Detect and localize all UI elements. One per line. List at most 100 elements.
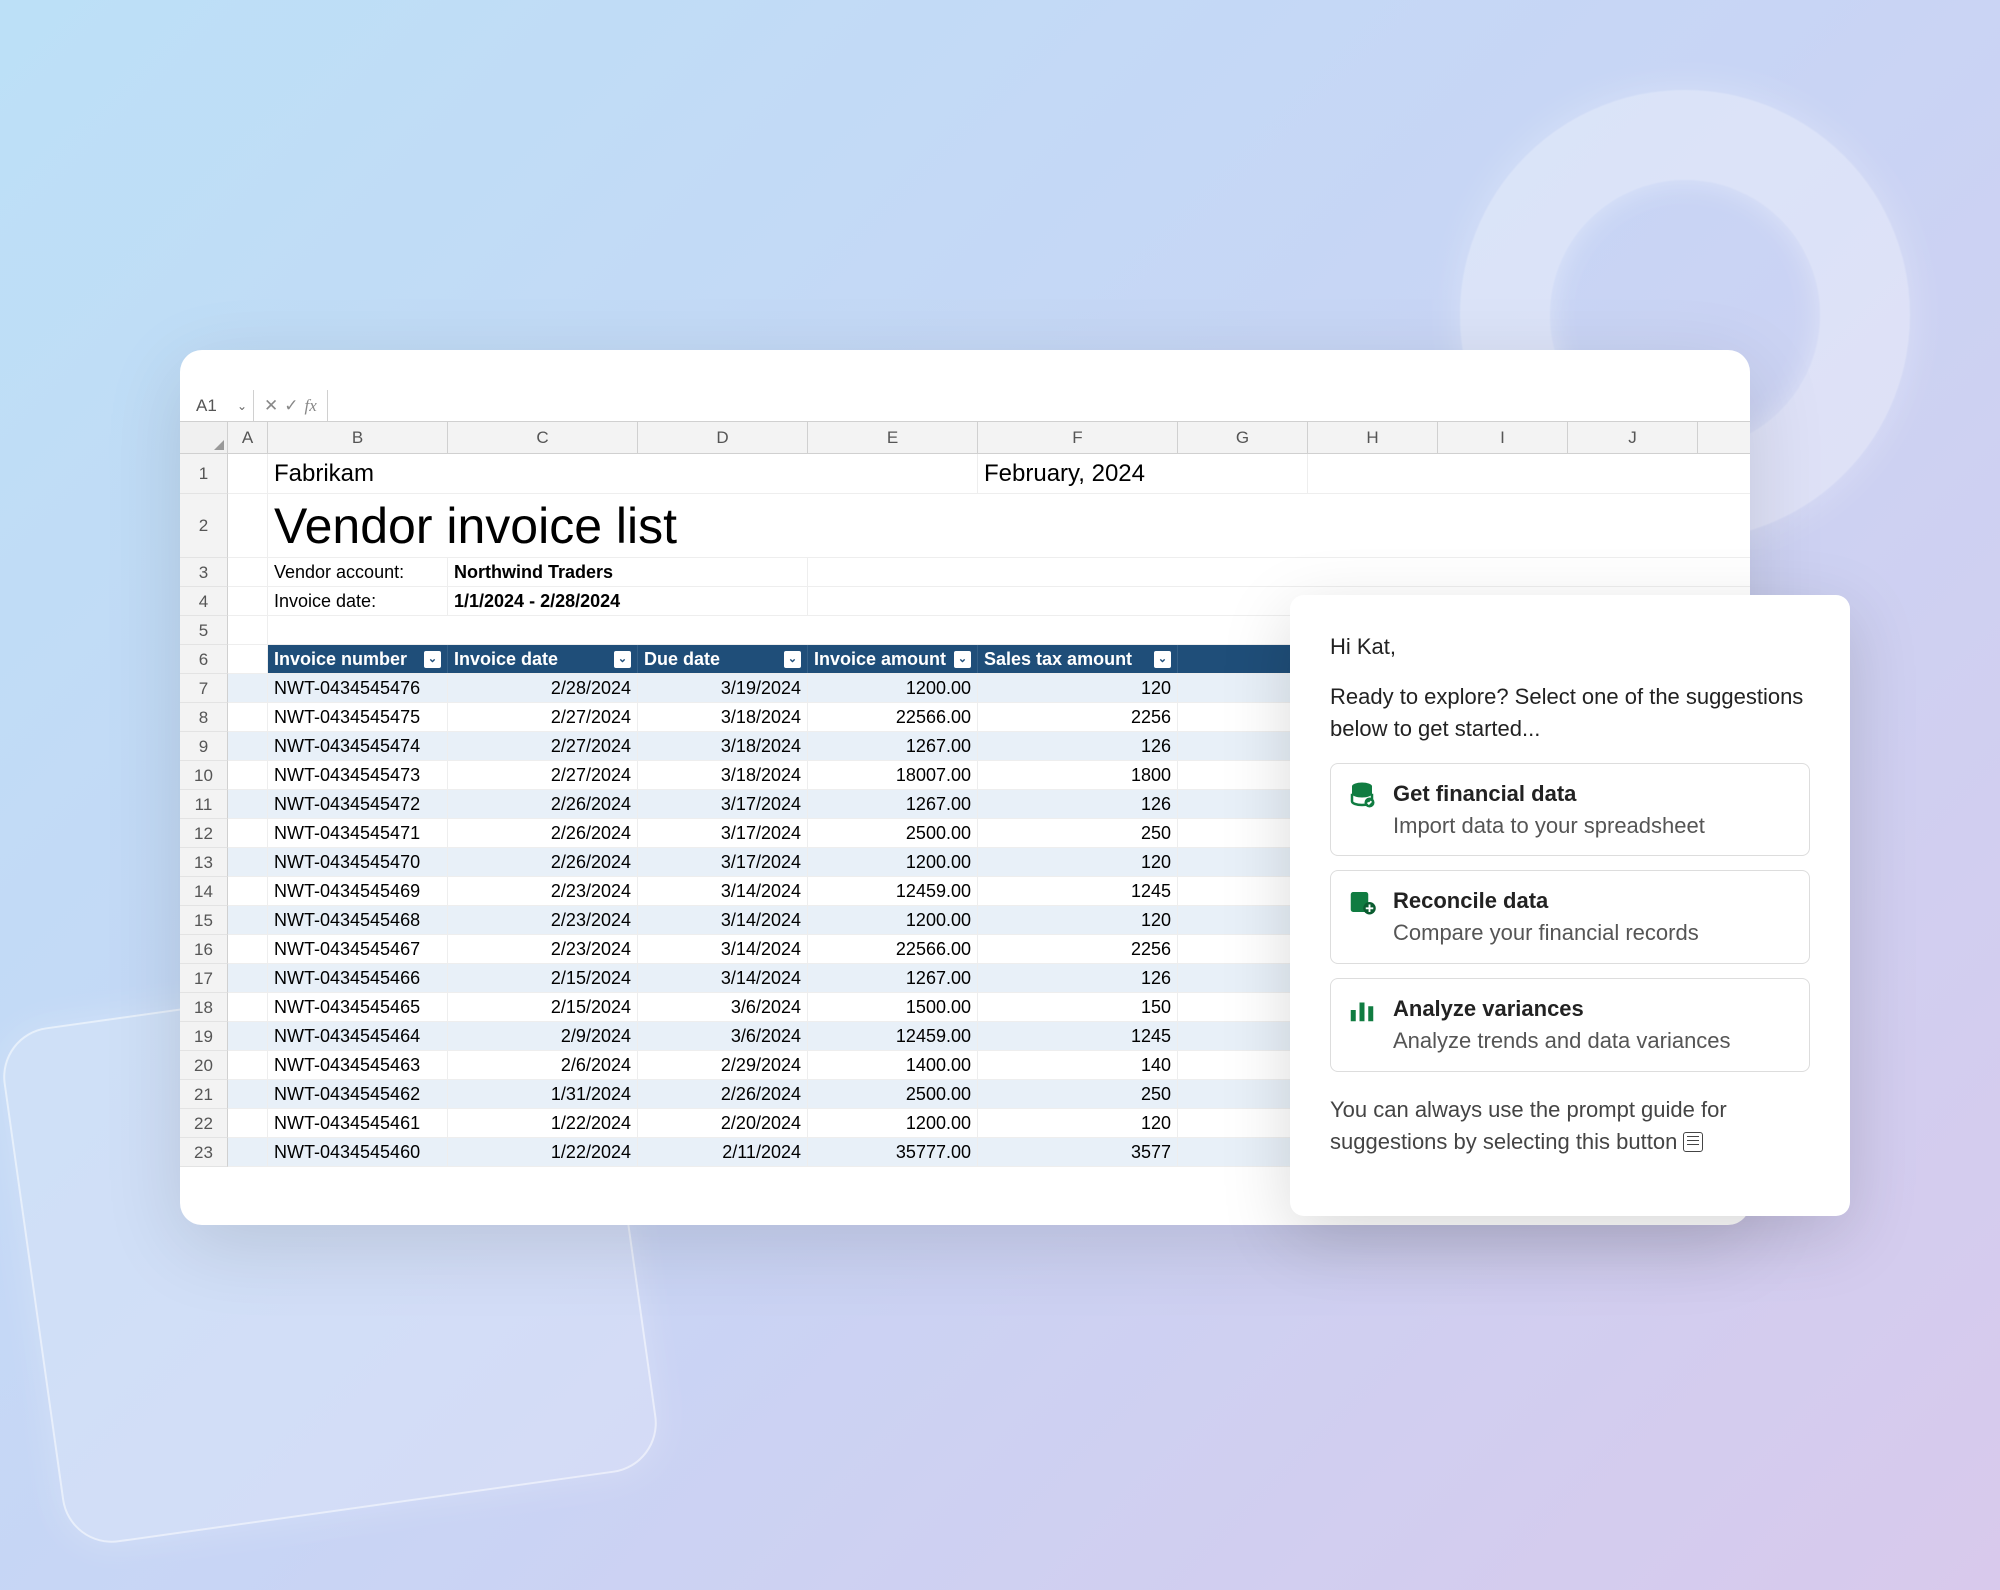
meta-label[interactable]: Invoice date:	[268, 587, 448, 615]
cell[interactable]: 1200.00	[808, 906, 978, 934]
cell[interactable]: 3/17/2024	[638, 790, 808, 818]
row-header-22[interactable]: 22	[180, 1109, 228, 1138]
cell[interactable]: 2/15/2024	[448, 993, 638, 1021]
row-header-21[interactable]: 21	[180, 1080, 228, 1109]
cell[interactable]: 120	[978, 1109, 1178, 1137]
cell[interactable]: 2/23/2024	[448, 935, 638, 963]
column-header-C[interactable]: C	[448, 422, 638, 453]
prompt-guide-icon[interactable]	[1683, 1132, 1703, 1152]
cell[interactable]: 1200.00	[808, 848, 978, 876]
cell[interactable]: NWT-0434545471	[268, 819, 448, 847]
cell[interactable]: 2256	[978, 703, 1178, 731]
cell[interactable]: 126	[978, 732, 1178, 760]
column-header-A[interactable]: A	[228, 422, 268, 453]
cell[interactable]: 3/14/2024	[638, 877, 808, 905]
column-header-D[interactable]: D	[638, 422, 808, 453]
column-header-G[interactable]: G	[1178, 422, 1308, 453]
cell[interactable]: 1267.00	[808, 790, 978, 818]
cell[interactable]: 2/23/2024	[448, 877, 638, 905]
cell[interactable]: NWT-0434545463	[268, 1051, 448, 1079]
cell[interactable]: NWT-0434545465	[268, 993, 448, 1021]
cell[interactable]: 3/14/2024	[638, 906, 808, 934]
cell[interactable]: 140	[978, 1051, 1178, 1079]
column-filter-invoice-number[interactable]: Invoice number⌄	[268, 645, 448, 673]
filter-dropdown-icon[interactable]: ⌄	[954, 651, 971, 668]
column-filter-invoice-date[interactable]: Invoice date⌄	[448, 645, 638, 673]
row-header-19[interactable]: 19	[180, 1022, 228, 1051]
row-header-20[interactable]: 20	[180, 1051, 228, 1080]
cell[interactable]: NWT-0434545462	[268, 1080, 448, 1108]
column-header-E[interactable]: E	[808, 422, 978, 453]
cell[interactable]: 22566.00	[808, 935, 978, 963]
row-header-11[interactable]: 11	[180, 790, 228, 819]
cell[interactable]: 1/22/2024	[448, 1138, 638, 1166]
row-header-6[interactable]: 6	[180, 645, 228, 674]
cell[interactable]: 2/9/2024	[448, 1022, 638, 1050]
cell[interactable]: NWT-0434545475	[268, 703, 448, 731]
meta-value[interactable]: 1/1/2024 - 2/28/2024	[448, 587, 808, 615]
cell[interactable]: NWT-0434545474	[268, 732, 448, 760]
cell[interactable]: 12459.00	[808, 1022, 978, 1050]
cell[interactable]: 1245	[978, 877, 1178, 905]
confirm-icon[interactable]: ✓	[284, 396, 298, 416]
column-header-H[interactable]: H	[1308, 422, 1438, 453]
row-header-14[interactable]: 14	[180, 877, 228, 906]
cell[interactable]: NWT-0434545470	[268, 848, 448, 876]
page-title[interactable]: Vendor invoice list	[268, 494, 1148, 557]
cell[interactable]: 1267.00	[808, 964, 978, 992]
formula-input[interactable]	[328, 390, 1740, 421]
name-box[interactable]: A1 ⌄	[190, 390, 254, 421]
row-header-9[interactable]: 9	[180, 732, 228, 761]
suggestion-get-financial-data[interactable]: Get financial dataImport data to your sp…	[1330, 763, 1810, 857]
cell[interactable]: 2/27/2024	[448, 761, 638, 789]
cell[interactable]: 1400.00	[808, 1051, 978, 1079]
cell[interactable]: 3/18/2024	[638, 761, 808, 789]
cell[interactable]: 250	[978, 1080, 1178, 1108]
cell[interactable]: NWT-0434545467	[268, 935, 448, 963]
cell[interactable]: 3/17/2024	[638, 819, 808, 847]
filter-dropdown-icon[interactable]: ⌄	[614, 651, 631, 668]
cell[interactable]: 2/23/2024	[448, 906, 638, 934]
row-header-8[interactable]: 8	[180, 703, 228, 732]
cell[interactable]: 126	[978, 964, 1178, 992]
cell[interactable]: 22566.00	[808, 703, 978, 731]
filter-dropdown-icon[interactable]: ⌄	[424, 651, 441, 668]
suggestion-reconcile-data[interactable]: Reconcile dataCompare your financial rec…	[1330, 870, 1810, 964]
cell[interactable]: NWT-0434545460	[268, 1138, 448, 1166]
cell[interactable]: 1/22/2024	[448, 1109, 638, 1137]
cell[interactable]: 120	[978, 674, 1178, 702]
cell[interactable]: 2/29/2024	[638, 1051, 808, 1079]
cell[interactable]: 1267.00	[808, 732, 978, 760]
row-header-4[interactable]: 4	[180, 587, 228, 616]
cell[interactable]: 3/17/2024	[638, 848, 808, 876]
cell[interactable]: 120	[978, 906, 1178, 934]
cell[interactable]: 126	[978, 790, 1178, 818]
cell[interactable]: 1/31/2024	[448, 1080, 638, 1108]
meta-label[interactable]: Vendor account:	[268, 558, 448, 586]
filter-dropdown-icon[interactable]: ⌄	[1154, 651, 1171, 668]
cell[interactable]: 3/18/2024	[638, 703, 808, 731]
row-header-18[interactable]: 18	[180, 993, 228, 1022]
select-all-corner[interactable]	[180, 422, 228, 453]
cell[interactable]: 2/20/2024	[638, 1109, 808, 1137]
suggestion-analyze-variances[interactable]: Analyze variancesAnalyze trends and data…	[1330, 978, 1810, 1072]
cell[interactable]: 1245	[978, 1022, 1178, 1050]
column-filter-due-date[interactable]: Due date⌄	[638, 645, 808, 673]
cell[interactable]: 3/19/2024	[638, 674, 808, 702]
cell[interactable]: NWT-0434545468	[268, 906, 448, 934]
cell[interactable]: 2/6/2024	[448, 1051, 638, 1079]
cell[interactable]: 150	[978, 993, 1178, 1021]
cell[interactable]: 2500.00	[808, 1080, 978, 1108]
column-header-F[interactable]: F	[978, 422, 1178, 453]
cell[interactable]: 2/26/2024	[448, 819, 638, 847]
row-header-2[interactable]: 2	[180, 494, 228, 558]
row-header-23[interactable]: 23	[180, 1138, 228, 1167]
column-filter-invoice-amount[interactable]: Invoice amount⌄	[808, 645, 978, 673]
cancel-icon[interactable]: ✕	[264, 396, 278, 416]
cell[interactable]: 2/26/2024	[448, 790, 638, 818]
cell[interactable]: 1800	[978, 761, 1178, 789]
cell[interactable]: 3/14/2024	[638, 935, 808, 963]
cell[interactable]: NWT-0434545464	[268, 1022, 448, 1050]
column-header-B[interactable]: B	[268, 422, 448, 453]
cell[interactable]: 2/26/2024	[448, 848, 638, 876]
